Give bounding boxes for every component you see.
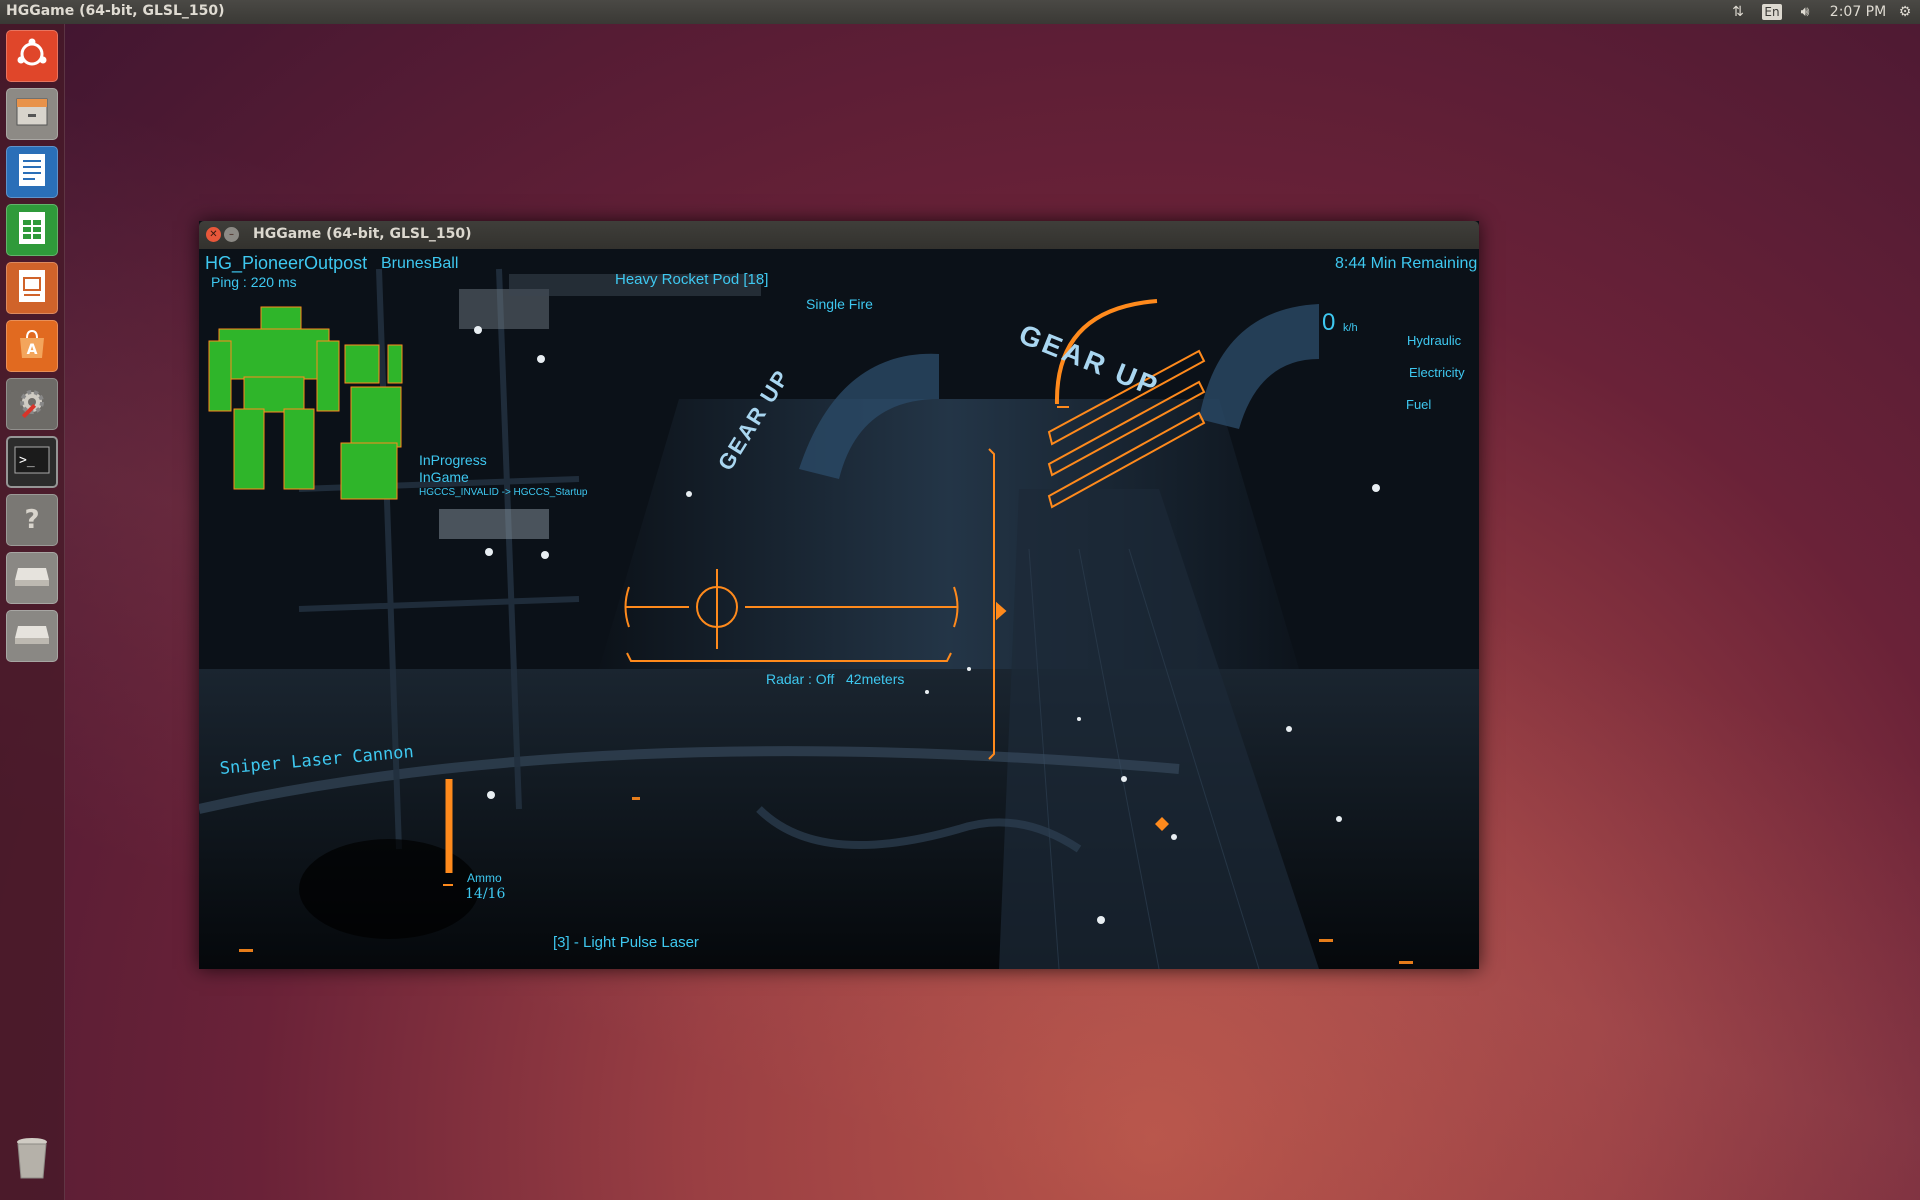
window-title: HGGame (64-bit, GLSL_150): [253, 226, 472, 242]
ping-readout: Ping : 220 ms: [211, 274, 297, 290]
fire-mode: Single Fire: [806, 296, 873, 312]
document-icon: [17, 152, 47, 192]
minimize-icon[interactable]: –: [224, 227, 239, 242]
svg-text:>_: >_: [19, 453, 35, 468]
gauge-electricity-label: Electricity: [1409, 365, 1465, 380]
launcher: A >_ ?: [0, 24, 65, 1200]
active-weapon-top: Heavy Rocket Pod [18]: [615, 271, 769, 288]
drive-1-button[interactable]: [6, 552, 58, 604]
window-titlebar[interactable]: ✕ – HGGame (64-bit, GLSL_150): [199, 221, 1479, 249]
player-name: BrunesBall: [381, 255, 459, 272]
match-timer: 8:44 Min Remaining: [1335, 255, 1478, 272]
software-center-button[interactable]: A: [6, 320, 58, 372]
keyboard-layout-indicator[interactable]: En: [1762, 4, 1782, 20]
terminal-icon: >_: [14, 446, 50, 478]
status-line-2: InGame: [419, 469, 469, 485]
game-window: ✕ – HGGame (64-bit, GLSL_150) GEAR UP GE…: [199, 221, 1479, 969]
drive-icon: [14, 622, 50, 650]
calc-button[interactable]: [6, 204, 58, 256]
spreadsheet-icon: [17, 210, 47, 250]
status-line-3: HGCCS_INVALID -> HGCCS_Startup: [419, 487, 588, 498]
speed-unit: k/h: [1343, 322, 1358, 334]
ubuntu-logo-icon: [15, 37, 49, 75]
close-icon[interactable]: ✕: [206, 227, 221, 242]
ammo-count: 14/16: [465, 886, 506, 902]
presentation-icon: [17, 268, 47, 308]
trash-button[interactable]: [6, 1134, 58, 1186]
drive-icon: [14, 564, 50, 592]
terminal-button[interactable]: >_: [6, 436, 58, 488]
game-viewport[interactable]: GEAR UP GEAR UP HG_PioneerOutpost Brunes…: [199, 249, 1479, 969]
ammo-label: Ammo: [467, 871, 502, 885]
file-cabinet-icon: [15, 97, 49, 131]
ubuntu-dash-button[interactable]: [6, 30, 58, 82]
writer-button[interactable]: [6, 146, 58, 198]
hangar-scene: [199, 249, 1479, 969]
radar-status: Radar : Off: [766, 671, 835, 687]
question-icon: ?: [24, 505, 40, 535]
gauge-hydraulic-label: Hydraulic: [1407, 333, 1462, 348]
active-app-title: HGGame (64-bit, GLSL_150): [6, 3, 225, 19]
top-panel: HGGame (64-bit, GLSL_150) ⇅ En 🔊︎ 2:07 P…: [0, 0, 1920, 24]
gauge-fuel-label: Fuel: [1406, 397, 1432, 412]
wrench-gear-icon: [15, 385, 49, 423]
system-settings-button[interactable]: [6, 378, 58, 430]
speaker-icon[interactable]: 🔊︎: [1793, 2, 1817, 22]
status-line-1: InProgress: [419, 452, 487, 468]
gear-icon[interactable]: ⚙: [1894, 2, 1916, 22]
network-updown-icon[interactable]: ⇅: [1727, 2, 1749, 22]
clock[interactable]: 2:07 PM: [1828, 2, 1888, 22]
map-name: HG_PioneerOutpost: [205, 253, 368, 273]
impress-button[interactable]: [6, 262, 58, 314]
shopping-bag-icon: A: [15, 327, 49, 365]
weapon-slot-label: [3] - Light Pulse Laser: [553, 934, 699, 951]
files-button[interactable]: [6, 88, 58, 140]
svg-text:A: A: [27, 342, 38, 358]
target-distance: 42meters: [846, 671, 905, 687]
unknown-app-button[interactable]: ?: [6, 494, 58, 546]
trash-icon: [14, 1136, 50, 1184]
drive-2-button[interactable]: [6, 610, 58, 662]
speed-value: 0: [1322, 309, 1336, 336]
